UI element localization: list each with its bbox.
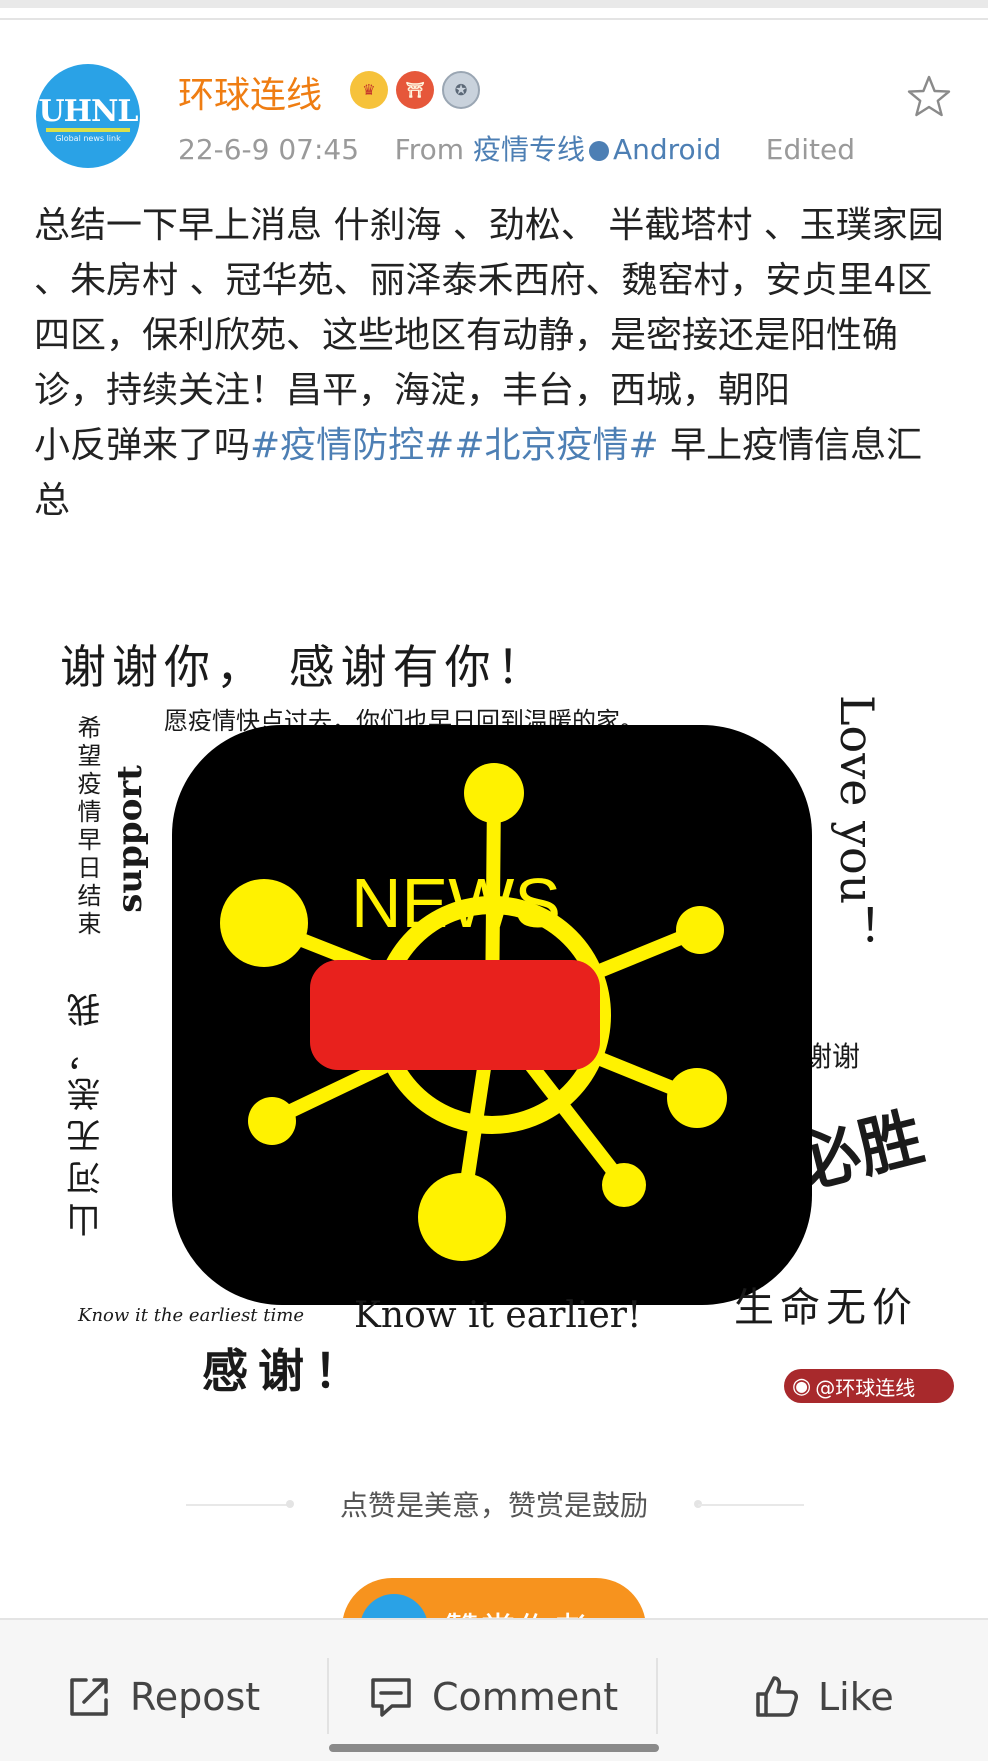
home-indicator[interactable] bbox=[329, 1744, 659, 1752]
status-area bbox=[0, 0, 988, 8]
torii-badge-icon[interactable]: ⛩ bbox=[396, 71, 434, 109]
post-date: 22-6-9 07:45 bbox=[178, 133, 360, 166]
avatar-logo-tagline: Global news link bbox=[55, 134, 121, 143]
comment-button[interactable]: Comment bbox=[368, 1670, 618, 1724]
comment-label: Comment bbox=[432, 1675, 619, 1719]
handwriting-left-cn: 希望疫情早日结束 bbox=[73, 715, 101, 939]
repost-icon bbox=[70, 1678, 108, 1716]
like-button[interactable]: Like bbox=[754, 1670, 894, 1724]
hashtag-link[interactable]: #北京疫情# bbox=[454, 425, 658, 466]
handwriting-bottom-en: Know it earlier! bbox=[354, 1295, 642, 1336]
post-meta: 22-6-9 07:45 From 疫情专线 Android Edited bbox=[178, 128, 855, 168]
post-text-second: 小反弹来了吗#疫情防控##北京疫情# 早上疫情信息汇总 bbox=[34, 418, 954, 528]
username[interactable]: 环球连线 bbox=[178, 66, 322, 118]
crown-badge-icon[interactable]: ♛ bbox=[350, 71, 388, 109]
medal-badge-icon[interactable]: ✪ bbox=[442, 71, 480, 109]
favorite-star-icon[interactable] bbox=[906, 74, 952, 120]
source-link[interactable]: 疫情专线 bbox=[473, 133, 585, 166]
hashtag-link[interactable]: #疫情防控# bbox=[250, 425, 454, 466]
action-separator bbox=[656, 1658, 658, 1734]
handwriting-bottom-thanks: 感谢！ bbox=[202, 1344, 370, 1398]
reward-divider-text: 点赞是美意，赞赏是鼓励 bbox=[339, 1489, 648, 1522]
client-dot-icon bbox=[588, 141, 609, 161]
avatar-logo-bar bbox=[46, 128, 130, 132]
handwriting-bottom-small: Know it the earliest time bbox=[78, 1305, 304, 1326]
client-label: Android bbox=[612, 133, 722, 166]
weibo-watermark: ◉ @环球连线 bbox=[784, 1369, 954, 1403]
avatar[interactable]: UHNL Global news link bbox=[36, 64, 140, 168]
news-app-icon bbox=[172, 725, 812, 1305]
divider-right bbox=[698, 1504, 804, 1506]
handwriting-right-love: Love you！ bbox=[830, 695, 884, 951]
news-label: NEWS bbox=[351, 864, 561, 942]
from-label: From bbox=[394, 133, 465, 166]
edited-label[interactable]: Edited bbox=[766, 133, 855, 166]
action-separator bbox=[327, 1658, 329, 1734]
thumbs-up-icon bbox=[756, 1676, 798, 1717]
handwriting-bottom-right: 生命无价 bbox=[734, 1285, 918, 1331]
comment-icon bbox=[371, 1678, 411, 1717]
user-badges: ♛ ⛩ ✪ bbox=[350, 68, 480, 112]
avatar-logo-text: UHNL bbox=[38, 94, 138, 129]
watermark-text: @环球连线 bbox=[815, 1375, 916, 1400]
repost-label: Repost bbox=[130, 1675, 261, 1719]
repost-button[interactable]: Repost bbox=[66, 1670, 260, 1724]
bottom-action-bar: Repost Comment Like bbox=[0, 1618, 988, 1761]
post-image[interactable]: 谢谢你， 感谢有你！ 愿疫情快点过去，你们也早日回到温暖的家。 希望疫情早日结束… bbox=[54, 615, 958, 1415]
handwriting-left-bottom: 山河无恙，我 bbox=[67, 985, 107, 1237]
handwriting-right-thanks: 谢谢 bbox=[804, 1040, 861, 1073]
like-label: Like bbox=[818, 1675, 894, 1719]
post-text-prefix: 小反弹来了吗 bbox=[34, 425, 251, 466]
post-text: 总结一下早上消息 什刹海 、劲松、 半截塔村 、玉璞家园 、朱房村 、冠华苑、丽… bbox=[34, 198, 954, 528]
handwriting-top: 谢谢你， 感谢有你！ bbox=[60, 640, 549, 694]
handwriting-left-support: support bbox=[110, 765, 150, 913]
post-text-main: 总结一下早上消息 什刹海 、劲松、 半截塔村 、玉璞家园 、朱房村 、冠华苑、丽… bbox=[34, 205, 944, 411]
weibo-logo-icon: ◉ bbox=[792, 1373, 812, 1399]
divider bbox=[0, 18, 988, 20]
